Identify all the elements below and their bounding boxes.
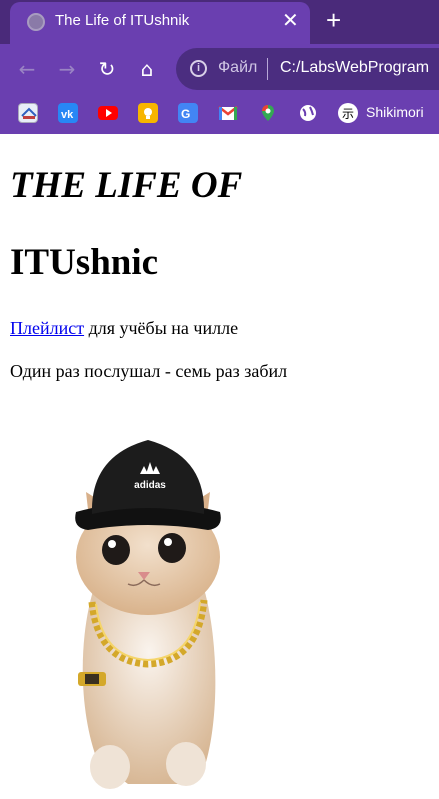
bookmarks-bar: vk G 示 Shikimori xyxy=(0,94,439,134)
address-separator xyxy=(267,58,268,80)
url-text[interactable]: C:/LabsWebProgram xyxy=(280,59,429,77)
svg-text:adidas: adidas xyxy=(134,480,166,491)
playlist-suffix: для учёбы на чилле xyxy=(84,318,239,338)
tab-title: The Life of ITUshnik xyxy=(55,12,190,29)
close-tab-icon[interactable]: ✕ xyxy=(282,10,299,32)
shikimori-bookmark-label[interactable]: Shikimori xyxy=(366,104,424,120)
youtube-icon[interactable] xyxy=(98,106,118,120)
home-button[interactable]: ⌂ xyxy=(134,56,160,82)
paragraph-playlist: Плейлист для учёбы на чилле xyxy=(10,318,238,339)
svg-text:vk: vk xyxy=(61,109,74,121)
maps-icon[interactable] xyxy=(258,103,278,123)
translate-icon[interactable]: G xyxy=(178,103,198,123)
vk-icon[interactable]: vk xyxy=(58,103,78,123)
playlist-link[interactable]: Плейлист xyxy=(10,318,84,338)
svg-text:示: 示 xyxy=(342,107,354,121)
new-tab-button[interactable]: + xyxy=(326,6,341,34)
back-button[interactable]: ← xyxy=(14,56,40,82)
address-scheme-label: Файл xyxy=(218,59,258,76)
info-icon[interactable]: i xyxy=(190,60,207,77)
bookmark-app-icon[interactable] xyxy=(18,103,38,123)
cat-image: adidas xyxy=(58,432,248,794)
gmail-icon[interactable] xyxy=(218,103,238,123)
shikimori-icon[interactable]: 示 xyxy=(338,103,358,123)
page-content: THE LIFE OF ITUshnic Плейлист для учёбы … xyxy=(0,134,439,794)
toolbar: ← → ↻ ⌂ i Файл C:/LabsWebProgram xyxy=(0,44,439,94)
globe-bookmark-icon[interactable] xyxy=(298,103,318,123)
page-heading-2: ITUshnic xyxy=(10,242,159,283)
reload-button[interactable]: ↻ xyxy=(94,56,120,82)
globe-icon xyxy=(27,13,45,31)
address-bar[interactable]: i Файл C:/LabsWebProgram xyxy=(176,48,439,90)
paragraph-motto: Один раз послушал - семь раз забил xyxy=(10,361,288,381)
page-heading-1: THE LIFE OF xyxy=(10,165,243,206)
forward-button[interactable]: → xyxy=(54,56,80,82)
svg-text:G: G xyxy=(181,107,190,121)
keep-icon[interactable] xyxy=(138,103,158,123)
tab-strip: The Life of ITUshnik ✕ + xyxy=(0,0,439,44)
active-tab[interactable]: The Life of ITUshnik ✕ xyxy=(10,2,310,44)
